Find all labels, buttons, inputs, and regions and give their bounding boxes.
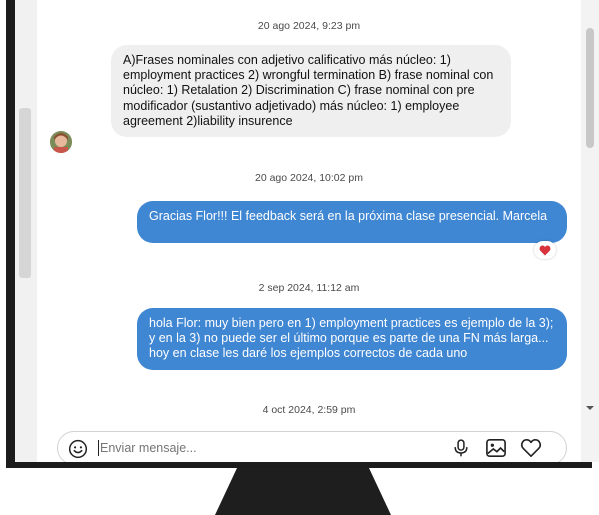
- text-caret: [98, 440, 99, 456]
- monitor-stand: [215, 468, 391, 515]
- chat-scrollbar[interactable]: [581, 0, 599, 462]
- chat-screen: 20 ago 2024, 9:23 pm A)Frases nominales …: [15, 0, 599, 462]
- image-icon[interactable]: [485, 438, 507, 462]
- message-timestamp: 20 ago 2024, 10:02 pm: [254, 172, 363, 184]
- avatar-image: [50, 131, 72, 153]
- message-timestamp: 4 oct 2024, 2:59 pm: [262, 404, 356, 416]
- message-thread: 20 ago 2024, 9:23 pm A)Frases nominales …: [37, 0, 581, 462]
- message-composer: [57, 431, 567, 462]
- microphone-icon[interactable]: [451, 438, 471, 462]
- message-timestamp: 20 ago 2024, 9:23 pm: [257, 20, 361, 32]
- emoji-icon[interactable]: [68, 439, 88, 462]
- reaction-badge[interactable]: [534, 241, 556, 259]
- message-timestamp: 2 sep 2024, 11:12 am: [258, 282, 360, 294]
- heart-icon[interactable]: [520, 438, 542, 462]
- outgoing-message-bubble[interactable]: hola Flor: muy bien pero en 1) employmen…: [137, 308, 567, 370]
- scrollbar-thumb[interactable]: [586, 28, 594, 148]
- left-panel-scrollbar[interactable]: [15, 0, 37, 462]
- incoming-message-bubble[interactable]: A)Frases nominales con adjetivo califica…: [111, 45, 511, 138]
- message-input[interactable]: [100, 440, 400, 456]
- outgoing-message-bubble[interactable]: Gracias Flor!!! El feedback será en la p…: [137, 201, 567, 243]
- avatar[interactable]: [50, 131, 72, 153]
- heart-icon: [539, 245, 551, 255]
- scroll-down-icon[interactable]: [586, 406, 594, 410]
- left-scrollbar-thumb[interactable]: [19, 108, 31, 278]
